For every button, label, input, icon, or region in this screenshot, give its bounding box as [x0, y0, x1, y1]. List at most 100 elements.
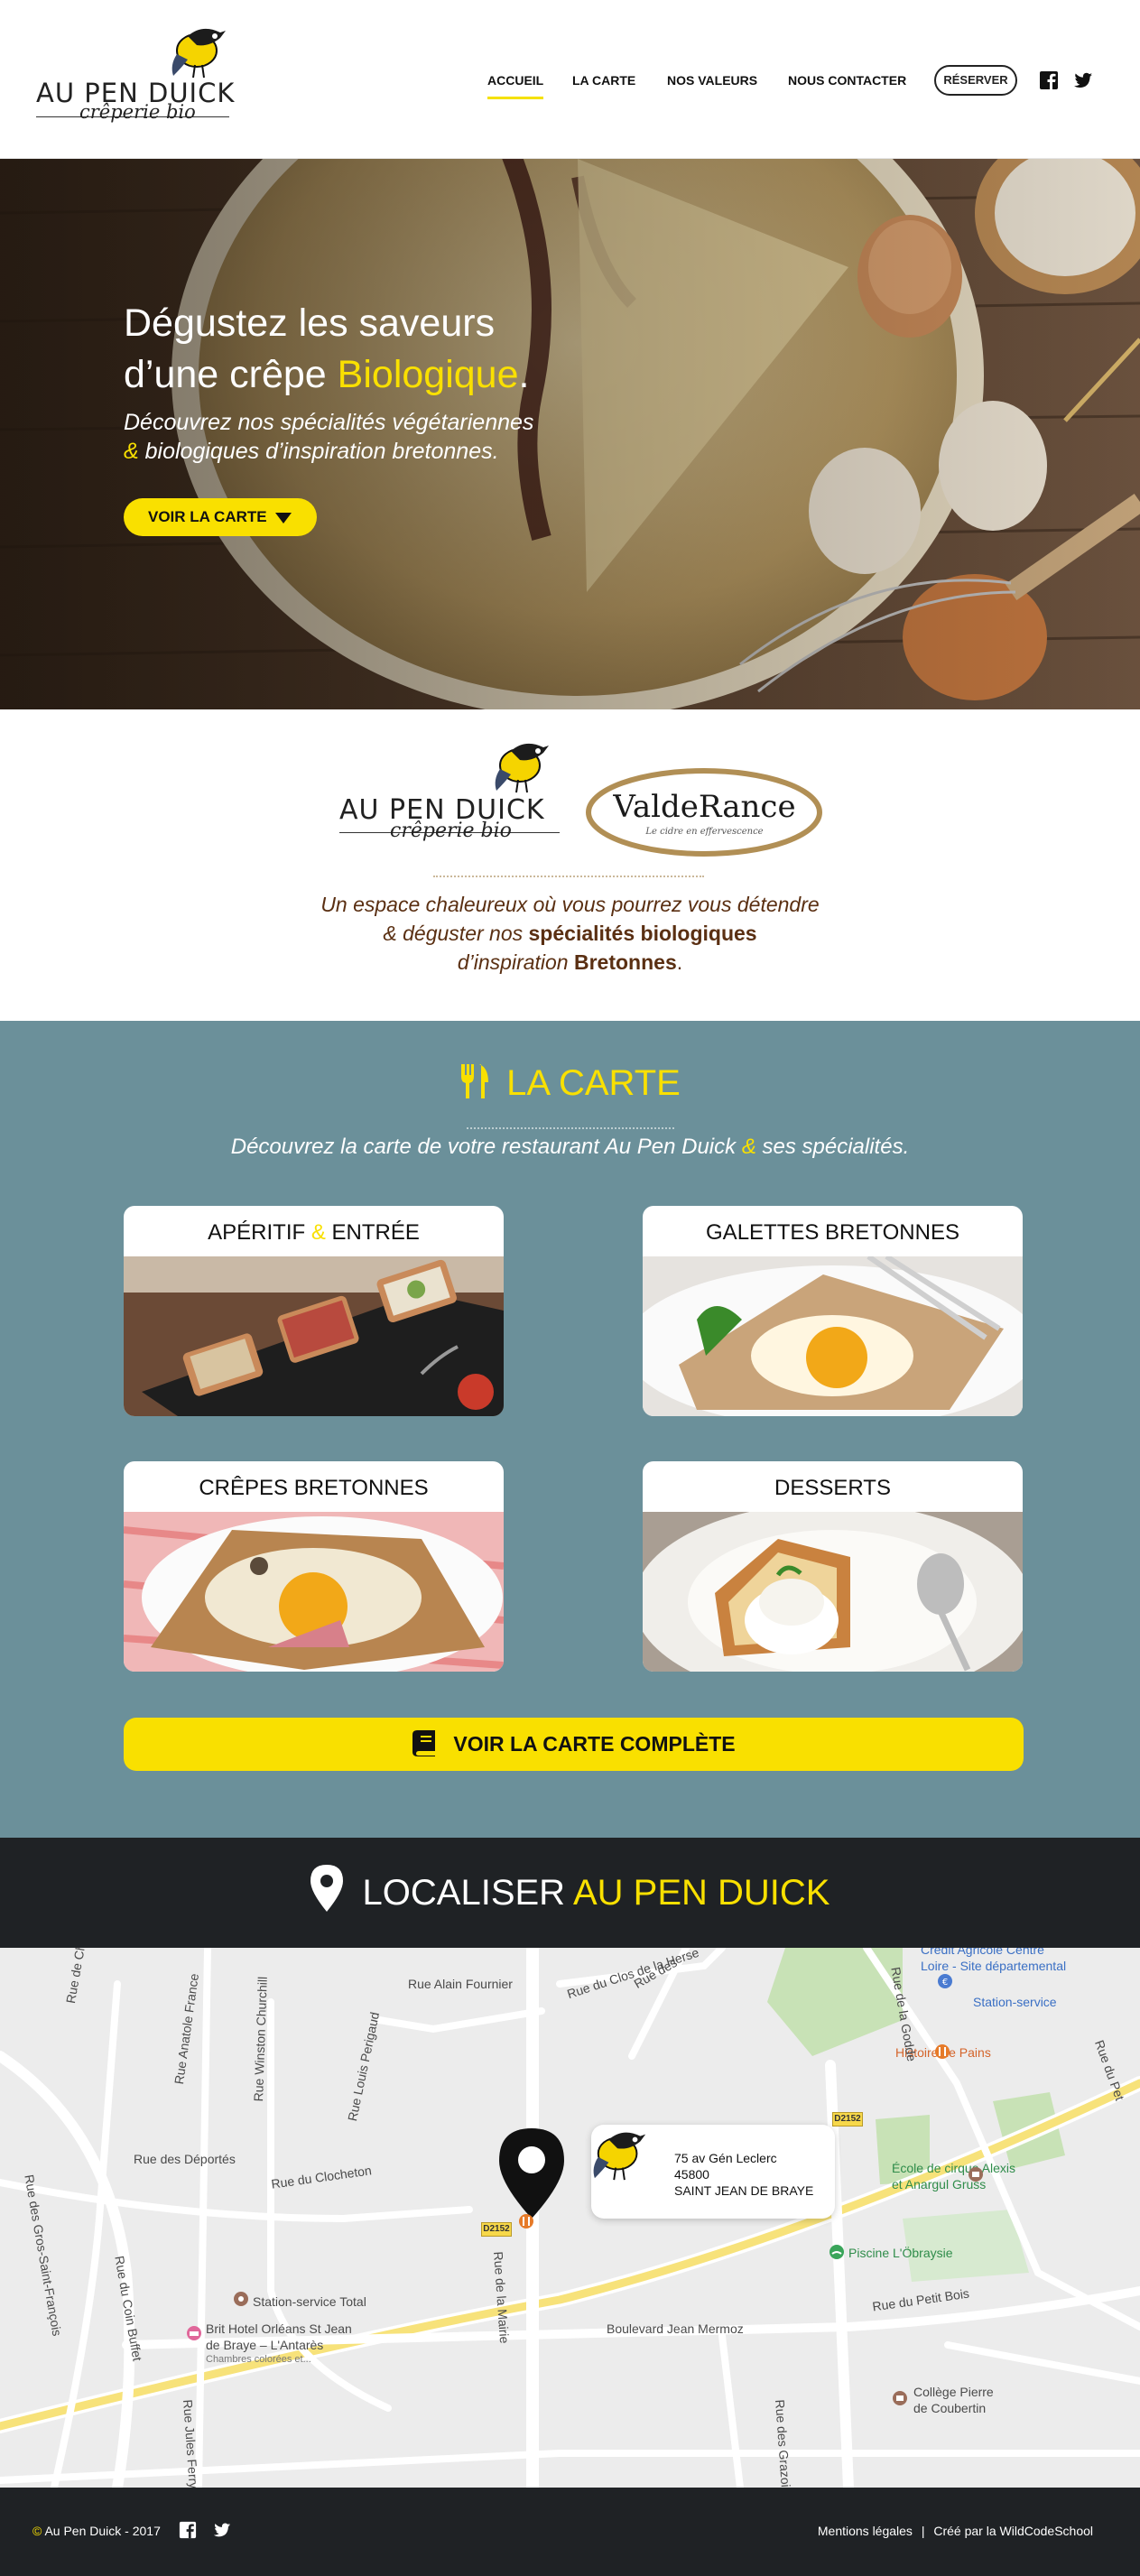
caret-down-icon	[275, 513, 292, 524]
map-label-college: Collège Pierre	[913, 2385, 994, 2399]
reserve-button[interactable]: RÉSERVER	[934, 65, 1017, 96]
site-logo[interactable]: AU PEN DUICK crêperie bio	[36, 23, 235, 132]
footer-copyright: © Au Pen Duick - 2017	[32, 2524, 161, 2538]
nav-nous-contacter[interactable]: NOUS CONTACTER	[788, 67, 906, 99]
footer-links: Mentions légales | Créé par la WildCodeS…	[818, 2524, 1093, 2538]
menu-card-crepes[interactable]: CRÊPES BRETONNES	[124, 1461, 504, 1672]
map-label-brit-hotel-2: de Braye – L'Antarès	[206, 2338, 324, 2352]
menu-subtitle: Découvrez la carte de votre restaurant A…	[0, 1135, 1140, 1160]
page: { "header": { "logo_name": "AU PEN DUICK…	[0, 0, 1140, 2576]
map-address: 75 av Gén Leclerc 45800 SAINT JEAN DE BR…	[674, 2150, 813, 2199]
hero-subtitle: Découvrez nos spécialités végétariennes …	[124, 408, 533, 466]
road-tag-d2152: D2152	[832, 2112, 863, 2127]
pool-poi-icon	[830, 2245, 844, 2259]
intro-line2: & déguster nos spécialités biologiques	[0, 919, 1140, 948]
credit-link[interactable]: Créé par la WildCodeSchool	[933, 2524, 1093, 2538]
restaurant-poi-icon	[519, 2214, 533, 2229]
hotel-poi-icon	[187, 2326, 201, 2340]
intro-text: Un espace chaleureux où vous pourrez vou…	[0, 890, 1140, 977]
see-menu-button[interactable]: VOIR LA CARTE	[124, 498, 317, 536]
address-city: SAINT JEAN DE BRAYE	[674, 2183, 814, 2198]
footer-twitter-icon[interactable]	[213, 2521, 231, 2539]
map-label-rue-deportes: Rue des Déportés	[134, 2152, 236, 2166]
map-info-window: 75 av Gén Leclerc 45800 SAINT JEAN DE BR…	[591, 2125, 835, 2219]
map-pin-icon	[310, 1865, 343, 1912]
hero-title: Dégustez les saveurs d’une crêpe Biologi…	[124, 298, 529, 401]
bird-logo-icon	[495, 743, 549, 793]
road-tag-d2152-2: D2152	[481, 2222, 512, 2237]
menu-title-text: LA CARTE	[506, 1063, 681, 1103]
map-label-piscine: Piscine L'Öbraysie	[848, 2246, 953, 2260]
intro-line3: d’inspiration Bretonnes.	[0, 948, 1140, 977]
footer-separator: |	[921, 2524, 925, 2538]
intro-line3-bold: Bretonnes	[574, 950, 677, 974]
val-de-rance-text: ValdeRance	[613, 789, 796, 825]
svg-text:€: €	[942, 1978, 948, 1988]
nav-la-carte[interactable]: LA CARTE	[572, 67, 635, 99]
address-street: 75 av Gén Leclerc	[674, 2151, 777, 2165]
school-poi-icon	[969, 2167, 983, 2182]
menu-divider	[467, 1127, 674, 1129]
hero-subtitle-line2: & biologiques d’inspiration bretonnes.	[124, 437, 533, 466]
footer-facebook-icon[interactable]	[179, 2521, 197, 2539]
intro-line3-text: d’inspiration	[457, 950, 574, 974]
menu-subtitle-end: ses spécialités.	[755, 1135, 910, 1159]
map-label-bd-jean-mermoz: Boulevard Jean Mermoz	[607, 2321, 744, 2336]
map-label-college-2: de Coubertin	[913, 2401, 987, 2415]
map[interactable]: Rue Alain Fournier Rue du Clos de la Her…	[0, 1948, 1140, 2488]
menu-section: LA CARTE Découvrez la carte de votre res…	[0, 1021, 1140, 1838]
copyright-symbol: ©	[32, 2524, 42, 2538]
hero-title-line1: Dégustez les saveurs	[124, 301, 496, 345]
locate-title: LOCALISER AU PEN DUICK	[0, 1865, 1140, 1913]
menu-subtitle-text: Découvrez la carte de votre restaurant A…	[230, 1135, 742, 1159]
map-label-credit-agricole-2: Loire - Site départemental	[921, 1959, 1067, 1973]
hero-subtitle-line2-text: biologiques d’inspiration bretonnes.	[138, 439, 499, 464]
hero-title-highlight: Biologique	[337, 353, 519, 396]
locate-section: LOCALISER AU PEN DUICK	[0, 1838, 1140, 1948]
hero-title-line2: d’une crêpe Biologique.	[124, 349, 529, 401]
nav-nos-valeurs[interactable]: NOS VALEURS	[667, 67, 757, 99]
menu-title: LA CARTE	[0, 1062, 1140, 1104]
menu-card-aperitif[interactable]: APÉRITIF & ENTRÉE	[124, 1206, 504, 1416]
menu-subtitle-ampersand: &	[741, 1135, 756, 1159]
site-header: AU PEN DUICK crêperie bio ACCUEIL LA CAR…	[0, 0, 1140, 159]
card-title-end: ENTRÉE	[325, 1220, 420, 1245]
address-postcode: 45800	[674, 2167, 709, 2182]
crepe-photo	[124, 1512, 504, 1672]
nav-accueil[interactable]: ACCUEIL	[487, 67, 544, 99]
card-title: APÉRITIF & ENTRÉE	[124, 1206, 504, 1256]
see-menu-label: VOIR LA CARTE	[148, 508, 267, 525]
menu-card-galettes[interactable]: GALETTES BRETONNES	[643, 1206, 1023, 1416]
intro-divider	[433, 876, 704, 877]
card-title-text: APÉRITIF	[208, 1220, 311, 1245]
dessert-photo	[643, 1512, 1023, 1672]
locate-title-highlight: AU PEN DUICK	[572, 1873, 830, 1913]
intro-section: AU PEN DUICK crêperie bio ValdeRance Le …	[0, 709, 1140, 1021]
hero-section: Dégustez les saveurs d’une crêpe Biologi…	[0, 159, 1140, 709]
twitter-icon[interactable]	[1073, 70, 1093, 90]
menu-card-desserts[interactable]: DESSERTS	[643, 1461, 1023, 1672]
fuel-poi-icon	[234, 2292, 248, 2306]
hero-title-line2-text: d’une crêpe	[124, 353, 338, 396]
bird-logo-icon	[593, 2132, 646, 2181]
college-poi-icon	[893, 2391, 907, 2405]
galette-photo	[643, 1256, 1023, 1416]
hero-ampersand: &	[124, 439, 139, 464]
intro-line2-bold: spécialités biologiques	[528, 922, 757, 945]
map-label-credit-agricole: Crédit Agricole Centre	[921, 1948, 1044, 1957]
map-label-chambres: Chambres colorées et...	[206, 2354, 311, 2365]
aperitif-photo	[124, 1256, 504, 1416]
cutlery-icon	[461, 1064, 489, 1098]
facebook-icon[interactable]	[1039, 70, 1059, 90]
site-footer: © Au Pen Duick - 2017 Mentions légales |…	[0, 2488, 1140, 2576]
hero-subtitle-line1: Découvrez nos spécialités végétariennes	[124, 410, 534, 435]
card-title-ampersand: &	[310, 1220, 326, 1245]
map-marker-icon[interactable]	[499, 2128, 564, 2219]
full-menu-button[interactable]: VOIR LA CARTE COMPLÈTE	[124, 1718, 1024, 1771]
map-label-ecole-cirque: École de cirque Alexis	[892, 2161, 1015, 2175]
map-label-brit-hotel: Brit Hotel Orléans St Jean	[206, 2321, 352, 2336]
book-icon	[412, 1730, 436, 1756]
copyright-text: Au Pen Duick - 2017	[42, 2524, 161, 2538]
legal-link[interactable]: Mentions légales	[818, 2524, 913, 2538]
intro-logo-sub: crêperie bio	[390, 820, 512, 842]
